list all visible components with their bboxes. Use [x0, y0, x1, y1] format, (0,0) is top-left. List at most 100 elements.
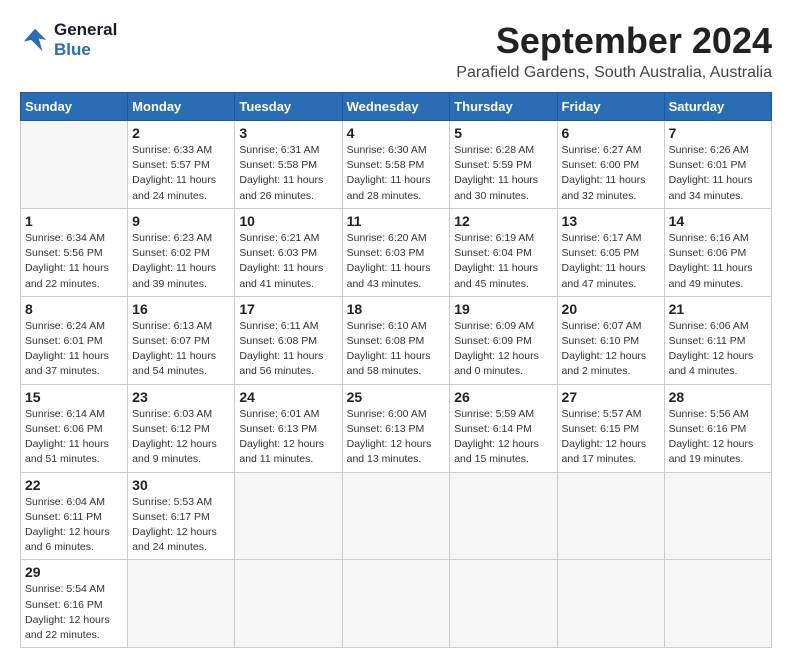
day-number: 25	[347, 389, 446, 405]
calendar-week-row: 15 Sunrise: 6:14 AMSunset: 6:06 PMDayligh…	[21, 384, 772, 472]
calendar-cell: 27 Sunrise: 5:57 AMSunset: 6:15 PMDayligh…	[557, 384, 664, 472]
calendar-cell	[342, 560, 450, 648]
day-info: Sunrise: 6:21 AMSunset: 6:03 PMDaylight:…	[239, 231, 337, 292]
column-header-friday: Friday	[557, 93, 664, 121]
day-number: 29	[25, 564, 123, 580]
column-header-saturday: Saturday	[664, 93, 771, 121]
calendar-cell: 12Sunrise: 6:19 AMSunset: 6:04 PMDayligh…	[450, 208, 557, 296]
day-info: Sunrise: 6:06 AMSunset: 6:11 PMDaylight:…	[669, 319, 767, 380]
calendar-cell	[664, 560, 771, 648]
calendar-cell: 2 Sunrise: 6:33 AMSunset: 5:57 PMDaylight…	[128, 121, 235, 209]
day-info: Sunrise: 6:13 AMSunset: 6:07 PMDaylight:…	[132, 319, 230, 380]
day-info: Sunrise: 6:11 AMSunset: 6:08 PMDaylight:…	[239, 319, 337, 380]
day-number: 2	[132, 125, 230, 141]
day-number: 28	[669, 389, 767, 405]
calendar-cell: 26 Sunrise: 5:59 AMSunset: 6:14 PMDayligh…	[450, 384, 557, 472]
calendar-cell: 4 Sunrise: 6:30 AMSunset: 5:58 PMDaylight…	[342, 121, 450, 209]
day-info: Sunrise: 5:59 AMSunset: 6:14 PMDaylight:…	[454, 407, 552, 468]
day-number: 27	[562, 389, 660, 405]
subtitle: Parafield Gardens, South Australia, Aust…	[456, 64, 772, 82]
day-number: 7	[669, 125, 767, 141]
column-header-wednesday: Wednesday	[342, 93, 450, 121]
calendar-cell: 29Sunrise: 5:54 AMSunset: 6:16 PMDayligh…	[21, 560, 128, 648]
calendar-cell: 28Sunrise: 5:56 AMSunset: 6:16 PMDayligh…	[664, 384, 771, 472]
day-number: 6	[562, 125, 660, 141]
day-number: 4	[347, 125, 446, 141]
column-header-monday: Monday	[128, 93, 235, 121]
day-number: 16	[132, 301, 230, 317]
calendar-cell: 22 Sunrise: 6:04 AMSunset: 6:11 PMDayligh…	[21, 472, 128, 560]
day-number: 13	[562, 213, 660, 229]
column-header-sunday: Sunday	[21, 93, 128, 121]
day-number: 22	[25, 477, 123, 493]
calendar-header-row: SundayMondayTuesdayWednesdayThursdayFrid…	[21, 93, 772, 121]
calendar-cell	[557, 560, 664, 648]
calendar-cell	[450, 560, 557, 648]
calendar-cell: 17 Sunrise: 6:11 AMSunset: 6:08 PMDayligh…	[235, 296, 342, 384]
day-info: Sunrise: 6:19 AMSunset: 6:04 PMDaylight:…	[454, 231, 552, 292]
day-info: Sunrise: 6:07 AMSunset: 6:10 PMDaylight:…	[562, 319, 660, 380]
calendar-cell: 25Sunrise: 6:00 AMSunset: 6:13 PMDayligh…	[342, 384, 450, 472]
calendar-cell: 15 Sunrise: 6:14 AMSunset: 6:06 PMDayligh…	[21, 384, 128, 472]
day-info: Sunrise: 6:24 AMSunset: 6:01 PMDaylight:…	[25, 319, 123, 380]
calendar-cell	[342, 472, 450, 560]
day-number: 26	[454, 389, 552, 405]
day-number: 30	[132, 477, 230, 493]
day-number: 21	[669, 301, 767, 317]
day-number: 18	[347, 301, 446, 317]
day-number: 19	[454, 301, 552, 317]
calendar-cell: 10 Sunrise: 6:21 AMSunset: 6:03 PMDayligh…	[235, 208, 342, 296]
calendar-cell	[21, 121, 128, 209]
day-info: Sunrise: 6:30 AMSunset: 5:58 PMDaylight:…	[347, 143, 446, 204]
calendar-cell	[235, 472, 342, 560]
day-number: 8	[25, 301, 123, 317]
day-info: Sunrise: 6:10 AMSunset: 6:08 PMDaylight:…	[347, 319, 446, 380]
day-number: 11	[347, 213, 446, 229]
day-info: Sunrise: 6:31 AMSunset: 5:58 PMDaylight:…	[239, 143, 337, 204]
day-number: 20	[562, 301, 660, 317]
day-info: Sunrise: 6:16 AMSunset: 6:06 PMDaylight:…	[669, 231, 767, 292]
calendar-cell: 1Sunrise: 6:34 AMSunset: 5:56 PMDaylight…	[21, 208, 128, 296]
calendar-cell: 24Sunrise: 6:01 AMSunset: 6:13 PMDayligh…	[235, 384, 342, 472]
day-number: 17	[239, 301, 337, 317]
day-info: Sunrise: 6:04 AMSunset: 6:11 PMDaylight:…	[25, 495, 123, 556]
calendar-cell	[664, 472, 771, 560]
day-number: 5	[454, 125, 552, 141]
calendar-cell	[450, 472, 557, 560]
day-info: Sunrise: 5:53 AMSunset: 6:17 PMDaylight:…	[132, 495, 230, 556]
logo-icon	[20, 25, 50, 55]
day-number: 14	[669, 213, 767, 229]
day-info: Sunrise: 6:14 AMSunset: 6:06 PMDaylight:…	[25, 407, 123, 468]
calendar-cell: 18 Sunrise: 6:10 AMSunset: 6:08 PMDayligh…	[342, 296, 450, 384]
calendar-cell: 11 Sunrise: 6:20 AMSunset: 6:03 PMDayligh…	[342, 208, 450, 296]
day-info: Sunrise: 6:20 AMSunset: 6:03 PMDaylight:…	[347, 231, 446, 292]
day-number: 15	[25, 389, 123, 405]
calendar-week-row: 1Sunrise: 6:34 AMSunset: 5:56 PMDaylight…	[21, 208, 772, 296]
logo: General Blue	[20, 20, 117, 60]
day-info: Sunrise: 6:27 AMSunset: 6:00 PMDaylight:…	[562, 143, 660, 204]
calendar-cell: 21 Sunrise: 6:06 AMSunset: 6:11 PMDayligh…	[664, 296, 771, 384]
day-info: Sunrise: 6:33 AMSunset: 5:57 PMDaylight:…	[132, 143, 230, 204]
calendar-cell: 9Sunrise: 6:23 AMSunset: 6:02 PMDaylight…	[128, 208, 235, 296]
day-info: Sunrise: 6:01 AMSunset: 6:13 PMDaylight:…	[239, 407, 337, 468]
calendar-cell: 13 Sunrise: 6:17 AMSunset: 6:05 PMDayligh…	[557, 208, 664, 296]
day-number: 10	[239, 213, 337, 229]
title-section: September 2024 Parafield Gardens, South …	[456, 20, 772, 82]
day-number: 23	[132, 389, 230, 405]
day-info: Sunrise: 6:17 AMSunset: 6:05 PMDaylight:…	[562, 231, 660, 292]
day-number: 3	[239, 125, 337, 141]
calendar-cell	[235, 560, 342, 648]
calendar-cell: 8 Sunrise: 6:24 AMSunset: 6:01 PMDaylight…	[21, 296, 128, 384]
day-info: Sunrise: 5:57 AMSunset: 6:15 PMDaylight:…	[562, 407, 660, 468]
main-title: September 2024	[456, 20, 772, 62]
calendar-week-row: 8 Sunrise: 6:24 AMSunset: 6:01 PMDaylight…	[21, 296, 772, 384]
calendar-cell: 23Sunrise: 6:03 AMSunset: 6:12 PMDayligh…	[128, 384, 235, 472]
calendar-cell: 3 Sunrise: 6:31 AMSunset: 5:58 PMDaylight…	[235, 121, 342, 209]
calendar-cell: 19 Sunrise: 6:09 AMSunset: 6:09 PMDayligh…	[450, 296, 557, 384]
calendar-cell: 5Sunrise: 6:28 AMSunset: 5:59 PMDaylight…	[450, 121, 557, 209]
logo-text: General Blue	[54, 20, 117, 60]
calendar-cell: 20 Sunrise: 6:07 AMSunset: 6:10 PMDayligh…	[557, 296, 664, 384]
day-number: 9	[132, 213, 230, 229]
day-info: Sunrise: 6:09 AMSunset: 6:09 PMDaylight:…	[454, 319, 552, 380]
calendar-cell: 30 Sunrise: 5:53 AMSunset: 6:17 PMDayligh…	[128, 472, 235, 560]
